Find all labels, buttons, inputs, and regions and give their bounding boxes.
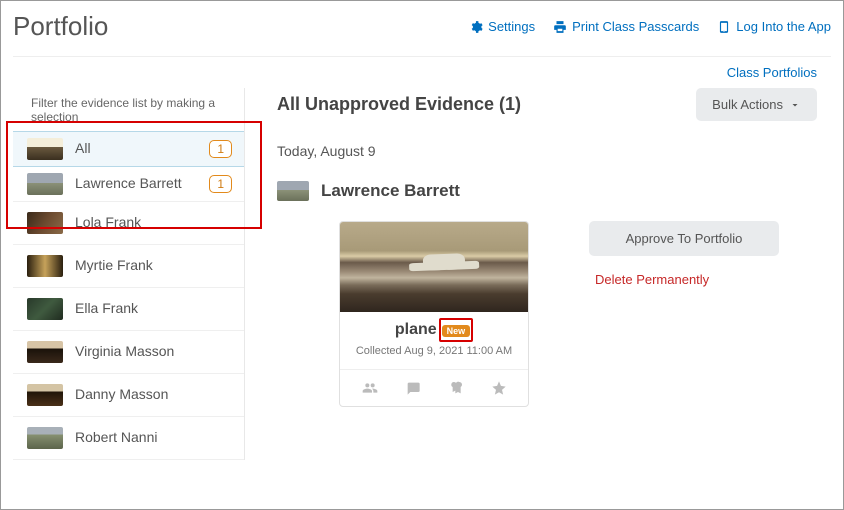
bulk-actions-button[interactable]: Bulk Actions xyxy=(696,88,817,121)
people-icon[interactable] xyxy=(362,380,378,396)
sidebar-item-all[interactable]: All 1 xyxy=(13,131,244,167)
main: All Unapproved Evidence (1) Bulk Actions… xyxy=(245,88,843,460)
filter-header: Filter the evidence list by making a sel… xyxy=(13,88,244,131)
sidebar-item-virginia[interactable]: Virginia Masson xyxy=(13,331,244,374)
avatar xyxy=(277,181,309,201)
sidebar-item-label: Lola Frank xyxy=(75,214,232,232)
owner-name: Lawrence Barrett xyxy=(321,181,460,201)
count-badge: 1 xyxy=(209,175,232,193)
avatar xyxy=(27,138,63,160)
sidebar-item-label: Lawrence Barrett xyxy=(75,175,197,193)
card-icon-row xyxy=(340,369,528,406)
avatar xyxy=(27,384,63,406)
comment-icon[interactable] xyxy=(405,380,421,396)
printer-icon xyxy=(553,20,567,34)
evidence-image xyxy=(340,222,528,312)
tag-icon[interactable] xyxy=(448,380,464,396)
avatar xyxy=(27,173,63,195)
new-badge: New xyxy=(442,325,471,337)
star-icon[interactable] xyxy=(491,380,507,396)
sidebar-item-label: Danny Masson xyxy=(75,386,232,404)
sidebar-item-myrtie[interactable]: Myrtie Frank xyxy=(13,245,244,288)
login-app-link[interactable]: Log Into the App xyxy=(717,19,831,34)
sidebar-item-lawrence[interactable]: Lawrence Barrett 1 xyxy=(13,167,244,202)
sidebar-item-label: Myrtie Frank xyxy=(75,257,232,275)
print-link[interactable]: Print Class Passcards xyxy=(553,19,699,34)
date-heading: Today, August 9 xyxy=(277,143,817,159)
sidebar-item-danny[interactable]: Danny Masson xyxy=(13,374,244,417)
class-portfolios-link[interactable]: Class Portfolios xyxy=(1,57,843,88)
chevron-down-icon xyxy=(789,99,801,111)
evidence-title: plane xyxy=(395,321,437,339)
settings-link[interactable]: Settings xyxy=(469,19,535,34)
login-label: Log Into the App xyxy=(736,19,831,34)
delete-link[interactable]: Delete Permanently xyxy=(589,272,779,287)
bulk-actions-label: Bulk Actions xyxy=(712,97,783,112)
sidebar-item-label: Virginia Masson xyxy=(75,343,232,361)
main-title: All Unapproved Evidence (1) xyxy=(277,94,521,115)
settings-label: Settings xyxy=(488,19,535,34)
avatar xyxy=(27,212,63,234)
count-badge: 1 xyxy=(209,140,232,158)
sidebar-item-lola[interactable]: Lola Frank xyxy=(13,202,244,245)
evidence-card[interactable]: plane New Collected Aug 9, 2021 11:00 AM xyxy=(339,221,529,407)
header-actions: Settings Print Class Passcards Log Into … xyxy=(469,19,831,34)
print-label: Print Class Passcards xyxy=(572,19,699,34)
avatar xyxy=(27,341,63,363)
sidebar-item-robert[interactable]: Robert Nanni xyxy=(13,417,244,460)
sidebar-item-label: Robert Nanni xyxy=(75,429,232,447)
page-title: Portfolio xyxy=(13,11,108,42)
sidebar: Filter the evidence list by making a sel… xyxy=(13,88,245,460)
evidence-collected: Collected Aug 9, 2021 11:00 AM xyxy=(340,342,528,369)
approve-button[interactable]: Approve To Portfolio xyxy=(589,221,779,256)
avatar xyxy=(27,255,63,277)
gear-icon xyxy=(469,20,483,34)
evidence-actions: Approve To Portfolio Delete Permanently xyxy=(589,221,779,407)
new-badge-highlight: New xyxy=(439,318,474,342)
sidebar-item-ella[interactable]: Ella Frank xyxy=(13,288,244,331)
smartphone-icon xyxy=(717,20,731,34)
avatar xyxy=(27,427,63,449)
evidence-owner: Lawrence Barrett xyxy=(277,181,817,201)
avatar xyxy=(27,298,63,320)
sidebar-item-label: Ella Frank xyxy=(75,300,232,318)
sidebar-item-label: All xyxy=(75,140,197,158)
